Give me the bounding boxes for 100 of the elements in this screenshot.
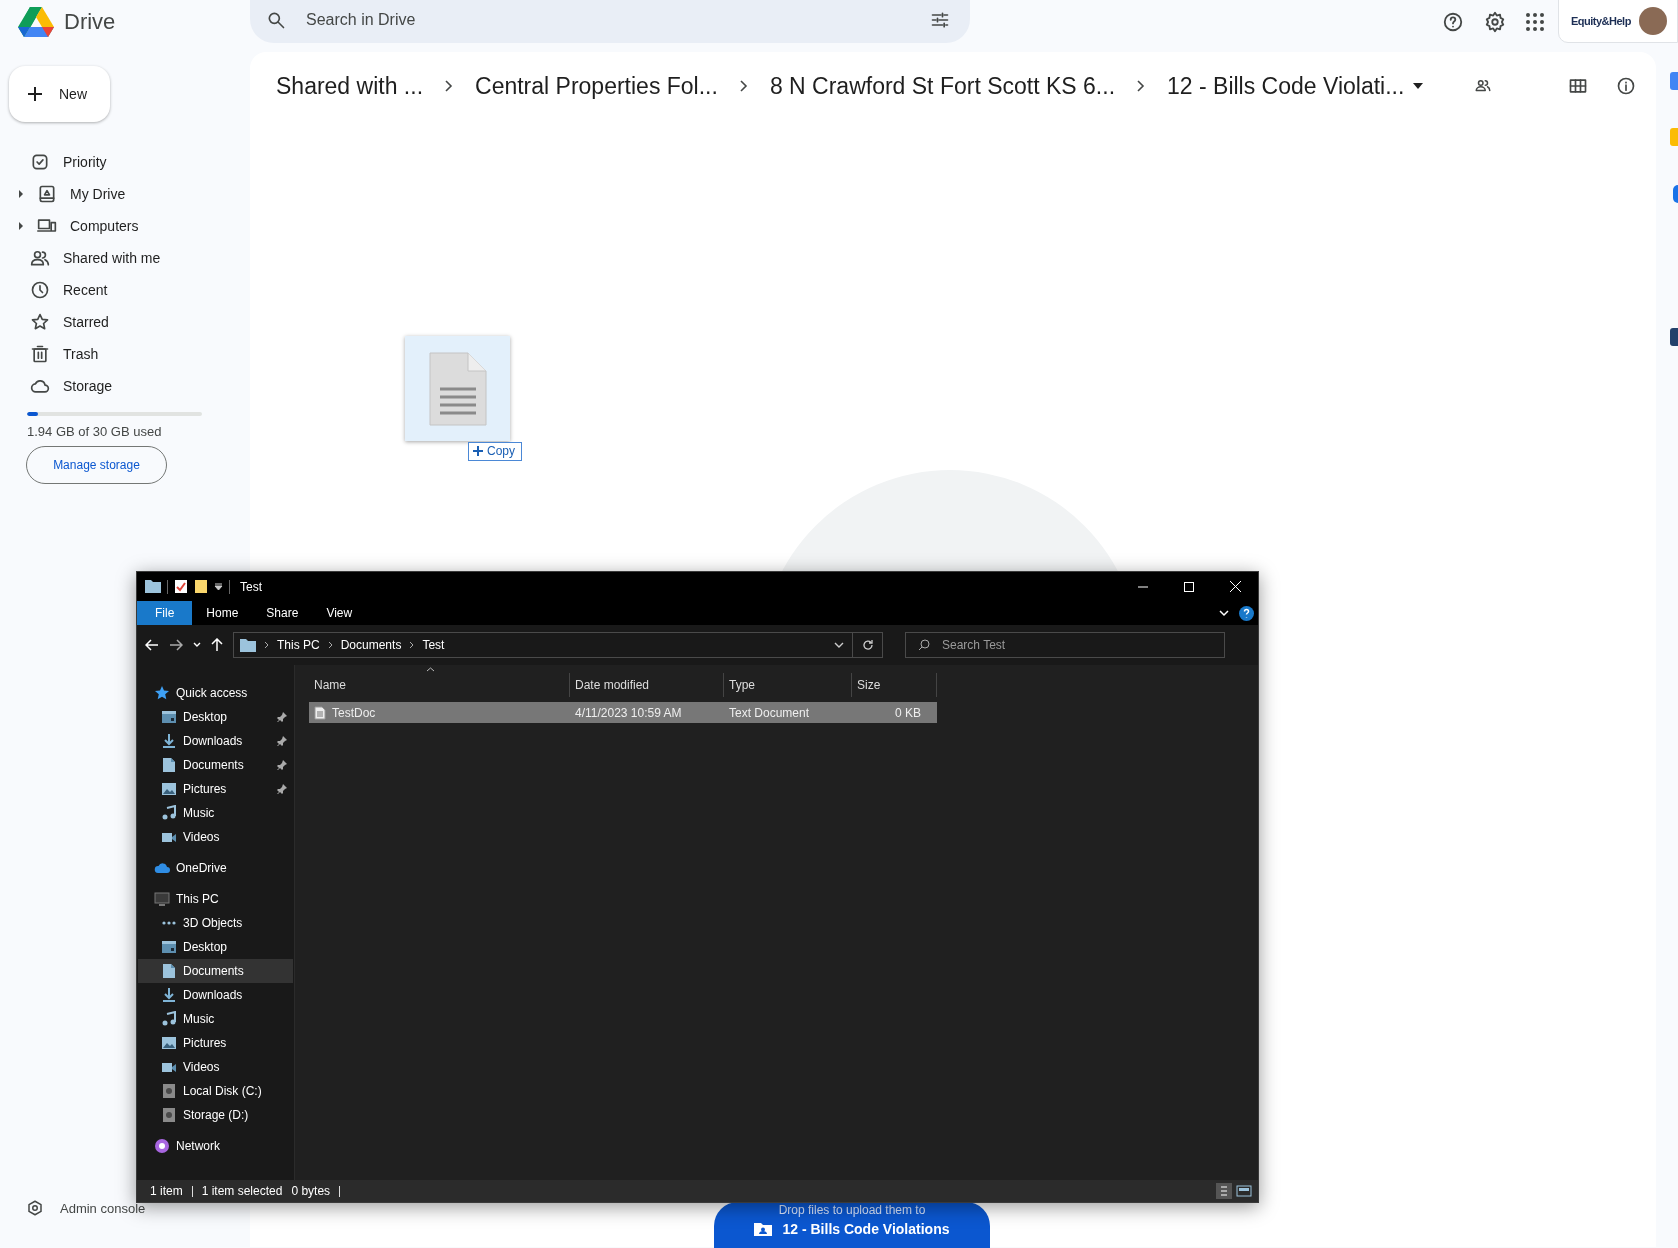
search-input[interactable]: Search Test: [940, 637, 1099, 653]
nav-item[interactable]: Quick access: [138, 681, 293, 705]
sidebar-item[interactable]: Priority: [0, 146, 250, 178]
table-cell-text: 0 KB: [894, 705, 922, 720]
nav-item[interactable]: Pictures: [138, 1031, 293, 1055]
side-panel-app-icon[interactable]: [1673, 185, 1678, 203]
address-segment[interactable]: This PC: [277, 638, 320, 652]
download-icon: [161, 733, 177, 749]
column-header[interactable]: Size: [852, 673, 937, 697]
app-name: Drive: [64, 9, 116, 35]
account-chip[interactable]: Equity&Help: [1558, 0, 1678, 43]
nav-item[interactable]: Music: [138, 801, 293, 825]
ribbon-tab[interactable]: Home: [192, 601, 253, 625]
large-icons-view-icon[interactable]: [1236, 1183, 1252, 1199]
new-button[interactable]: New: [9, 66, 110, 122]
document-icon: [427, 350, 488, 427]
sidebar-item[interactable]: My Drive: [0, 178, 250, 210]
address-segment[interactable]: Test: [422, 638, 445, 652]
sidebar-item[interactable]: Trash: [0, 338, 250, 370]
new-folder-icon[interactable]: [194, 579, 208, 594]
nav-item[interactable]: Desktop: [138, 935, 293, 959]
address-segment[interactable]: Documents: [340, 638, 402, 652]
sidebar-item[interactable]: Storage: [0, 370, 250, 402]
nav-item[interactable]: 3D Objects: [138, 911, 293, 935]
document-icon: [161, 757, 177, 773]
upload-drop-banner: Drop files to upload them to 12 - Bills Code Violations: [714, 1202, 990, 1248]
search-icon: [918, 639, 930, 651]
nav-item[interactable]: OneDrive: [138, 856, 293, 880]
avatar: [1638, 7, 1667, 35]
document-icon: [161, 963, 177, 979]
column-header[interactable]: Type: [724, 673, 852, 697]
sort-caret-icon[interactable]: [426, 667, 435, 672]
sidebar-item[interactable]: Computers: [0, 210, 250, 242]
breadcrumb[interactable]: Central Properties Fol...: [467, 72, 726, 100]
search-bar[interactable]: Search in Drive: [250, 0, 970, 43]
sidebar-item[interactable]: Recent: [0, 274, 250, 306]
properties-icon[interactable]: [174, 579, 188, 594]
address-bar[interactable]: This PC Documents Test: [233, 632, 853, 658]
help-icon: [1442, 11, 1464, 33]
help-icon[interactable]: [1239, 605, 1254, 621]
nav-item[interactable]: Documents: [138, 959, 293, 983]
nav-item[interactable]: Storage (D:): [138, 1103, 293, 1127]
sidebar-item[interactable]: Shared with me: [0, 242, 250, 274]
details-view-icon[interactable]: [1216, 1183, 1232, 1199]
nav-item[interactable]: Music: [138, 1007, 293, 1031]
search-bar[interactable]: Search Test: [905, 632, 1225, 658]
expand-ribbon-icon[interactable]: [1219, 609, 1229, 617]
hexagon-icon: [26, 1199, 44, 1217]
desktop-icon: [161, 709, 177, 725]
breadcrumb[interactable]: 12 - Bills Code Violati...: [1159, 72, 1413, 100]
ribbon-tab[interactable]: View: [312, 601, 367, 625]
nav-item[interactable]: Network: [138, 1134, 293, 1158]
back-arrow-icon[interactable]: [145, 639, 159, 651]
dropdown-icon[interactable]: [214, 582, 223, 591]
status-text: 1 item: [150, 1184, 183, 1198]
chevron-icon: [445, 80, 454, 92]
plus-icon: [473, 446, 483, 456]
column-header[interactable]: Name: [309, 673, 570, 697]
status-text: 1 item selected: [201, 1184, 283, 1198]
folder-icon: [240, 638, 256, 652]
star-icon: [30, 312, 50, 332]
nav-item[interactable]: Downloads: [138, 729, 293, 753]
search-input[interactable]: Search in Drive: [304, 10, 912, 30]
file-name: TestDoc: [332, 705, 376, 720]
nav-item[interactable]: Pictures: [138, 777, 293, 801]
dropdown-caret-icon[interactable]: [1412, 82, 1425, 90]
expand-arrow-icon[interactable]: [18, 190, 24, 198]
nav-item[interactable]: Downloads: [138, 983, 293, 1007]
storage-usage: 1.94 GB of 30 GB used: [27, 424, 163, 439]
nav-item[interactable]: Videos: [138, 825, 293, 849]
maximize-icon[interactable]: [1184, 581, 1194, 592]
refresh-button[interactable]: [853, 632, 883, 658]
forward-arrow-icon[interactable]: [169, 639, 183, 651]
nav-item[interactable]: Documents: [138, 753, 293, 777]
side-panel-app-icon[interactable]: [1670, 328, 1678, 346]
column-header[interactable]: Date modified: [570, 673, 724, 697]
minimize-icon[interactable]: [1138, 585, 1148, 588]
folder-icon: [145, 580, 161, 593]
file-row[interactable]: TestDoc 4/11/2023 10:59 AM Text Document 0 KB: [309, 702, 937, 723]
recent-locations-icon[interactable]: [193, 642, 201, 648]
expand-arrow-icon[interactable]: [18, 222, 24, 230]
sidebar-item[interactable]: Starred: [0, 306, 250, 338]
ribbon-tab[interactable]: Share: [252, 601, 313, 625]
breadcrumb[interactable]: Shared with ...: [268, 72, 432, 100]
desktop-icon: [161, 939, 177, 955]
nav-item[interactable]: Local Disk (C:): [138, 1079, 293, 1103]
chevron-icon: [409, 641, 415, 649]
up-arrow-icon[interactable]: [211, 638, 223, 652]
nav-item[interactable]: Desktop: [138, 705, 293, 729]
nav-item[interactable]: This PC: [138, 887, 293, 911]
apps-grid-icon[interactable]: [1526, 13, 1544, 31]
close-icon[interactable]: [1229, 581, 1241, 592]
grid-view-icon: [1568, 76, 1588, 96]
admin-console-link[interactable]: Admin console: [0, 1199, 250, 1217]
nav-item[interactable]: Videos: [138, 1055, 293, 1079]
settings-icon: [1484, 11, 1506, 33]
status-text: 0 bytes: [291, 1184, 331, 1198]
dropdown-icon[interactable]: [834, 641, 844, 649]
ribbon-tab[interactable]: File: [137, 601, 193, 625]
breadcrumb[interactable]: 8 N Crawford St Fort Scott KS 6...: [761, 72, 1124, 100]
